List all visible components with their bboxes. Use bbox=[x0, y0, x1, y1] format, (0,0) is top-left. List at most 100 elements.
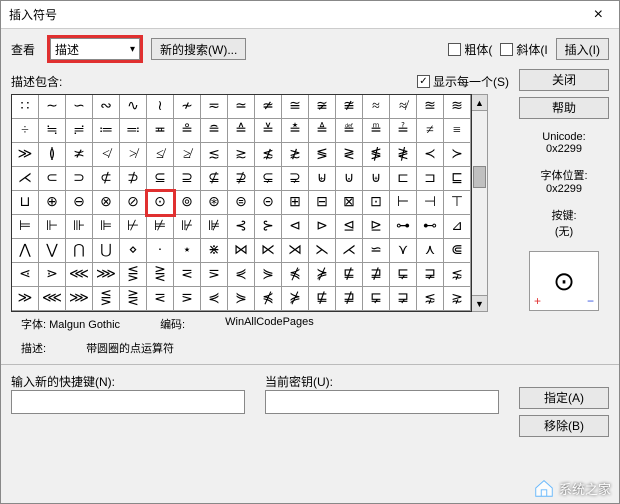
symbol-cell[interactable]: ⋞ bbox=[228, 263, 255, 287]
symbol-cell[interactable]: ≵ bbox=[282, 143, 309, 167]
symbol-cell[interactable]: ≈ bbox=[363, 95, 390, 119]
symbol-cell[interactable]: ≄ bbox=[255, 95, 282, 119]
symbol-cell[interactable]: ⊫ bbox=[93, 215, 120, 239]
symbol-cell[interactable]: ⋣ bbox=[336, 287, 363, 311]
symbol-cell[interactable]: ≲ bbox=[201, 143, 228, 167]
close-button[interactable]: 关闭 bbox=[519, 69, 609, 91]
symbol-cell[interactable]: ≫ bbox=[12, 287, 39, 311]
symbol-cell[interactable]: ≃ bbox=[228, 95, 255, 119]
symbol-cell[interactable]: ⊶ bbox=[390, 215, 417, 239]
symbol-cell[interactable]: ⊖ bbox=[66, 191, 93, 215]
symbol-cell[interactable]: ⋟ bbox=[255, 263, 282, 287]
symbol-cell[interactable]: ⊙ bbox=[147, 191, 174, 215]
symbol-cell[interactable]: ⋃ bbox=[93, 239, 120, 263]
view-dropdown[interactable]: 描述 ▾ bbox=[50, 38, 140, 60]
symbol-cell[interactable]: ⊅ bbox=[120, 167, 147, 191]
symbol-cell[interactable]: ⋡ bbox=[309, 263, 336, 287]
symbol-cell[interactable]: ⊍ bbox=[336, 167, 363, 191]
symbol-cell[interactable]: ⋙ bbox=[66, 287, 93, 311]
symbol-cell[interactable]: ⋛ bbox=[120, 287, 147, 311]
symbol-cell[interactable]: ⊉ bbox=[228, 167, 255, 191]
symbol-cell[interactable]: ≸ bbox=[363, 143, 390, 167]
symbol-cell[interactable]: ⋞ bbox=[201, 287, 228, 311]
symbol-cell[interactable]: ⊤ bbox=[444, 191, 471, 215]
symbol-cell[interactable]: ⋥ bbox=[417, 263, 444, 287]
symbol-cell[interactable]: ≮ bbox=[93, 143, 120, 167]
symbol-cell[interactable]: ⋈ bbox=[228, 239, 255, 263]
assign-button[interactable]: 指定(A) bbox=[519, 387, 609, 409]
symbol-cell[interactable]: ≗ bbox=[174, 119, 201, 143]
symbol-cell[interactable]: ≷ bbox=[336, 143, 363, 167]
grid-scrollbar[interactable]: ▲ ▼ bbox=[472, 94, 488, 312]
symbol-cell[interactable]: ⋘ bbox=[39, 287, 66, 311]
symbol-cell[interactable]: ≰ bbox=[147, 143, 174, 167]
symbol-cell[interactable]: ⋏ bbox=[417, 239, 444, 263]
symbol-cell[interactable]: ≆ bbox=[309, 95, 336, 119]
symbol-cell[interactable]: ⋤ bbox=[363, 287, 390, 311]
symbol-cell[interactable]: ÷ bbox=[12, 119, 39, 143]
symbol-cell[interactable]: ⋘ bbox=[66, 263, 93, 287]
symbol-cell[interactable]: ≶ bbox=[309, 143, 336, 167]
symbol-cell[interactable]: ⋠ bbox=[282, 263, 309, 287]
symbol-cell[interactable]: ⋚ bbox=[120, 263, 147, 287]
symbol-cell[interactable]: ≝ bbox=[336, 119, 363, 143]
symbol-cell[interactable]: ⊮ bbox=[174, 215, 201, 239]
symbol-cell[interactable]: ≬ bbox=[39, 143, 66, 167]
symbol-cell[interactable]: ⋅ bbox=[147, 239, 174, 263]
symbol-cell[interactable]: ⋠ bbox=[255, 287, 282, 311]
symbol-cell[interactable]: ⊐ bbox=[417, 167, 444, 191]
symbol-cell[interactable]: ⋦ bbox=[444, 263, 471, 287]
symbol-cell[interactable]: ⊋ bbox=[282, 167, 309, 191]
symbol-cell[interactable]: ⊌ bbox=[309, 167, 336, 191]
insert-button[interactable]: 插入(I) bbox=[556, 38, 609, 60]
symbol-cell[interactable]: ⊄ bbox=[93, 167, 120, 191]
symbol-cell[interactable]: ⋗ bbox=[39, 263, 66, 287]
symbol-cell[interactable]: ⊵ bbox=[363, 215, 390, 239]
symbol-cell[interactable]: ⊴ bbox=[336, 215, 363, 239]
current-input[interactable] bbox=[265, 390, 499, 414]
symbol-cell[interactable]: ⊢ bbox=[390, 191, 417, 215]
symbol-cell[interactable]: ⊗ bbox=[93, 191, 120, 215]
symbol-cell[interactable]: ≊ bbox=[417, 95, 444, 119]
symbol-cell[interactable]: ≙ bbox=[228, 119, 255, 143]
symbol-cell[interactable]: ⋧ bbox=[444, 287, 471, 311]
symbol-cell[interactable]: ⊲ bbox=[282, 215, 309, 239]
symbol-cell[interactable]: ≯ bbox=[120, 143, 147, 167]
scroll-thumb[interactable] bbox=[473, 166, 486, 188]
symbol-cell[interactable]: ∼ bbox=[39, 95, 66, 119]
symbol-cell[interactable]: ⋊ bbox=[282, 239, 309, 263]
help-button[interactable]: 帮助 bbox=[519, 97, 609, 119]
symbol-cell[interactable]: ≔ bbox=[93, 119, 120, 143]
symbol-cell[interactable]: ⊕ bbox=[39, 191, 66, 215]
symbol-cell[interactable]: ⊱ bbox=[255, 215, 282, 239]
symbol-cell[interactable]: ⊬ bbox=[120, 215, 147, 239]
symbol-cell[interactable]: ⋇ bbox=[201, 239, 228, 263]
symbol-cell[interactable]: ⋖ bbox=[12, 263, 39, 287]
scroll-down-icon[interactable]: ▼ bbox=[472, 295, 487, 311]
italic-checkbox[interactable] bbox=[500, 43, 513, 56]
remove-button[interactable]: 移除(B) bbox=[519, 415, 609, 437]
symbol-cell[interactable]: ≹ bbox=[390, 143, 417, 167]
symbol-cell[interactable]: ⋤ bbox=[390, 263, 417, 287]
symbol-cell[interactable]: ≺ bbox=[417, 143, 444, 167]
symbol-cell[interactable]: ⋉ bbox=[255, 239, 282, 263]
symbol-cell[interactable]: ≇ bbox=[336, 95, 363, 119]
symbol-cell[interactable]: ⋁ bbox=[39, 239, 66, 263]
close-icon[interactable]: × bbox=[586, 6, 611, 24]
symbol-cell[interactable]: ⋐ bbox=[444, 239, 471, 263]
symbol-cell[interactable]: ⋙ bbox=[93, 263, 120, 287]
symbol-cell[interactable]: ⊆ bbox=[147, 167, 174, 191]
symbol-cell[interactable]: ⊊ bbox=[255, 167, 282, 191]
symbol-cell[interactable]: ≱ bbox=[174, 143, 201, 167]
symbol-cell[interactable]: ≚ bbox=[255, 119, 282, 143]
symbol-cell[interactable]: ⊿ bbox=[444, 215, 471, 239]
symbol-cell[interactable]: ⋟ bbox=[228, 287, 255, 311]
symbol-cell[interactable]: ⊨ bbox=[12, 215, 39, 239]
symbol-cell[interactable]: ≠ bbox=[417, 119, 444, 143]
showall-checkbox-wrap[interactable]: ✓ 显示每一个(S) bbox=[417, 73, 509, 90]
symbol-cell[interactable]: ⊟ bbox=[309, 191, 336, 215]
symbol-cell[interactable]: ≁ bbox=[174, 95, 201, 119]
symbol-cell[interactable]: ∷ bbox=[12, 95, 39, 119]
scroll-up-icon[interactable]: ▲ bbox=[472, 95, 487, 111]
symbol-cell[interactable]: ⋆ bbox=[174, 239, 201, 263]
